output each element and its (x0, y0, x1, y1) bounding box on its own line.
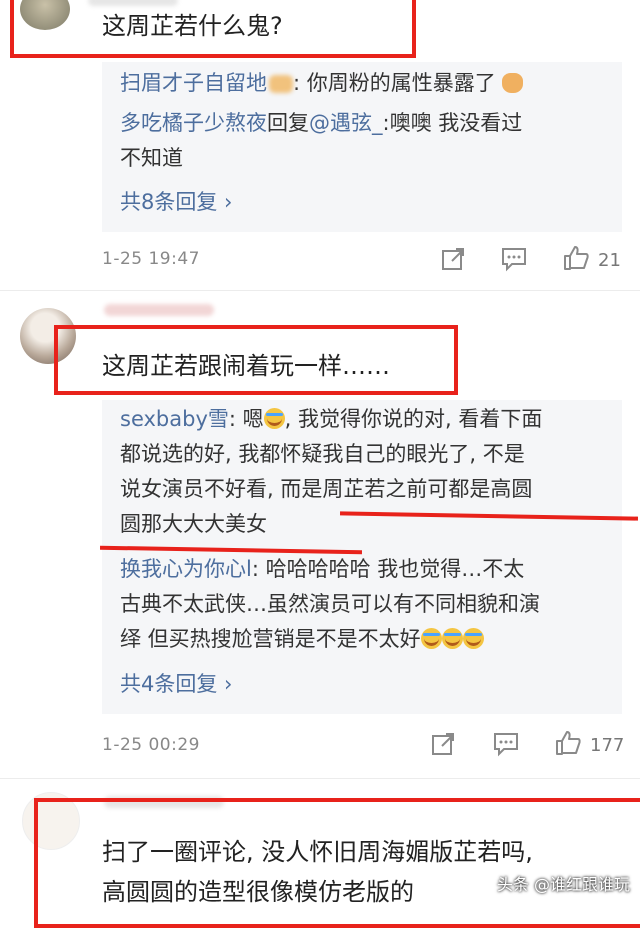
reply-text: 都说选的好, 我都怀疑我自己的眼光了, 不是 (120, 442, 525, 466)
reply-text: , 我觉得你说的对, 看着下面 (284, 407, 543, 431)
reply-item[interactable]: sexbaby雪: 嗯 , 我觉得你说的对, 看着下面 都说选的好, 我都怀疑我自… (120, 402, 542, 542)
reply-text: : 哈哈哈哈哈 我也觉得…不太 (251, 557, 525, 581)
comment-time: 1-25 00:29 (102, 735, 200, 755)
reply-item[interactable]: 换我心为你心l: 哈哈哈哈哈 我也觉得…不太 古典不太武侠…虽然演员可以有不同相… (120, 552, 540, 657)
reply-text: 古典不太武侠…虽然演员可以有不同相貌和演 (120, 592, 540, 616)
like-count: 21 (598, 250, 621, 271)
user-badge (269, 75, 293, 93)
reply-username[interactable]: 多吃橘子少熬夜 (120, 111, 267, 135)
reply-text-cont: 不知道 (120, 146, 183, 170)
reply-text: 绎 但买热搜尬营销是不是不太好 (120, 627, 421, 651)
thumbs-up-icon[interactable] (562, 244, 590, 272)
share-icon[interactable] (440, 246, 466, 272)
reply-box[interactable]: sexbaby雪: 嗯 , 我觉得你说的对, 看着下面 都说选的好, 我都怀疑我自… (102, 400, 622, 714)
highlight-box (54, 325, 458, 395)
reply-text: 说女演员不好看, 而是周芷若之前可都是高圆 (120, 477, 533, 501)
reply-item[interactable]: 多吃橘子少熬夜回复@遇弦_:噢噢 我没看过 不知道 (120, 106, 522, 176)
more-replies-link[interactable]: 共4条回复 › (120, 668, 232, 698)
reply-item[interactable]: 扫眉才子自留地 : 你周粉的属性暴露了 (120, 66, 524, 101)
reply-text: : 嗯 (228, 407, 264, 431)
reply-text: 圆那大大大美女 (120, 512, 267, 536)
username-blurred (104, 304, 214, 316)
cat-emoji-icon (502, 73, 524, 93)
comment-time: 1-25 19:47 (102, 249, 200, 269)
reply-box[interactable]: 扫眉才子自留地 : 你周粉的属性暴露了 多吃橘子少熬夜回复@遇弦_:噢噢 我没看过… (102, 62, 622, 232)
laugh-cry-emoji-icon (441, 628, 463, 649)
share-icon[interactable] (430, 731, 456, 757)
more-replies-link[interactable]: 共8条回复 › (120, 186, 232, 216)
thumbs-up-icon[interactable] (554, 729, 582, 757)
comment-icon[interactable] (492, 731, 520, 757)
reply-username[interactable]: sexbaby雪 (120, 407, 229, 431)
reply-text: : 你周粉的属性暴露了 (293, 71, 496, 95)
laugh-cry-emoji-icon (263, 408, 285, 429)
reply-username[interactable]: 换我心为你心l (120, 557, 252, 581)
divider (0, 290, 640, 291)
laugh-cry-emoji-icon (462, 628, 484, 649)
divider (0, 778, 640, 779)
reply-mid: 回复 (267, 111, 309, 135)
highlight-box (10, 0, 416, 58)
watermark: 头条 @谁红跟谁玩 (496, 875, 630, 894)
comment-icon[interactable] (500, 246, 528, 272)
reply-text: :噢噢 我没看过 (382, 111, 523, 135)
laugh-cry-emoji-icon (420, 628, 442, 649)
like-count: 177 (590, 735, 625, 756)
reply-mention[interactable]: @遇弦_ (309, 111, 383, 135)
reply-username[interactable]: 扫眉才子自留地 (120, 71, 267, 95)
